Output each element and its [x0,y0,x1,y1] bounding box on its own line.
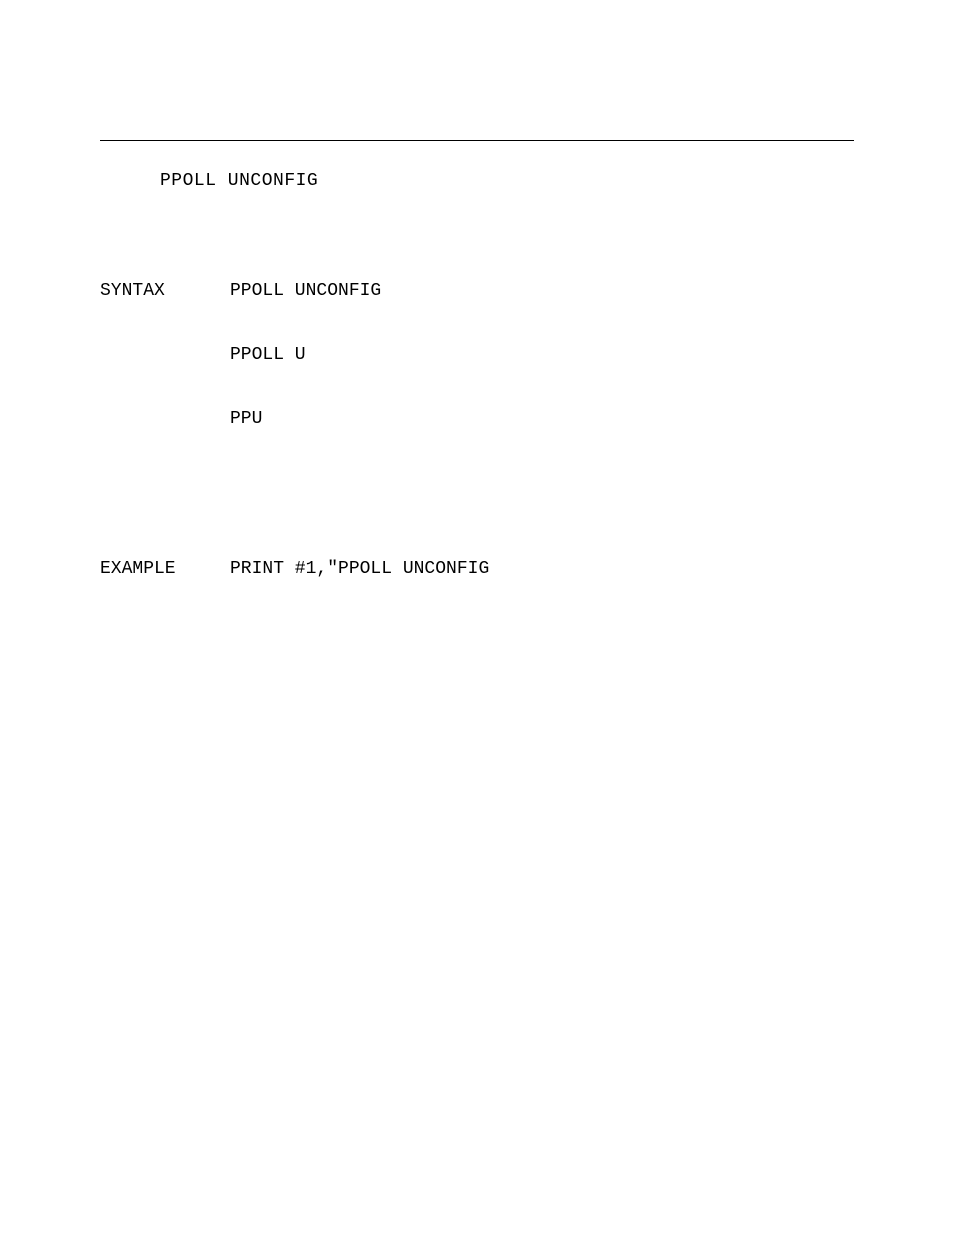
title-text: PPOLL UNCONFIG [160,171,318,191]
command-title: PPOLL UNCONFIG [160,171,854,191]
example-content: PRINT #1,"PPOLL UNCONFIG [230,559,854,579]
syntax-line: PPOLL UNCONFIG [230,281,854,301]
syntax-line: PPU [230,409,854,429]
document-page: PPOLL UNCONFIG SYNTAX PPOLL UNCONFIG PPO… [0,0,954,579]
example-row: EXAMPLE PRINT #1,"PPOLL UNCONFIG [100,559,854,579]
syntax-label: SYNTAX [100,281,230,429]
syntax-line: PPOLL U [230,345,854,365]
top-rule [100,140,854,141]
syntax-content: PPOLL UNCONFIG PPOLL U PPU [230,281,854,429]
syntax-row: SYNTAX PPOLL UNCONFIG PPOLL U PPU [100,281,854,429]
example-label: EXAMPLE [100,559,230,579]
example-text: PRINT #1,"PPOLL UNCONFIG [230,559,489,579]
